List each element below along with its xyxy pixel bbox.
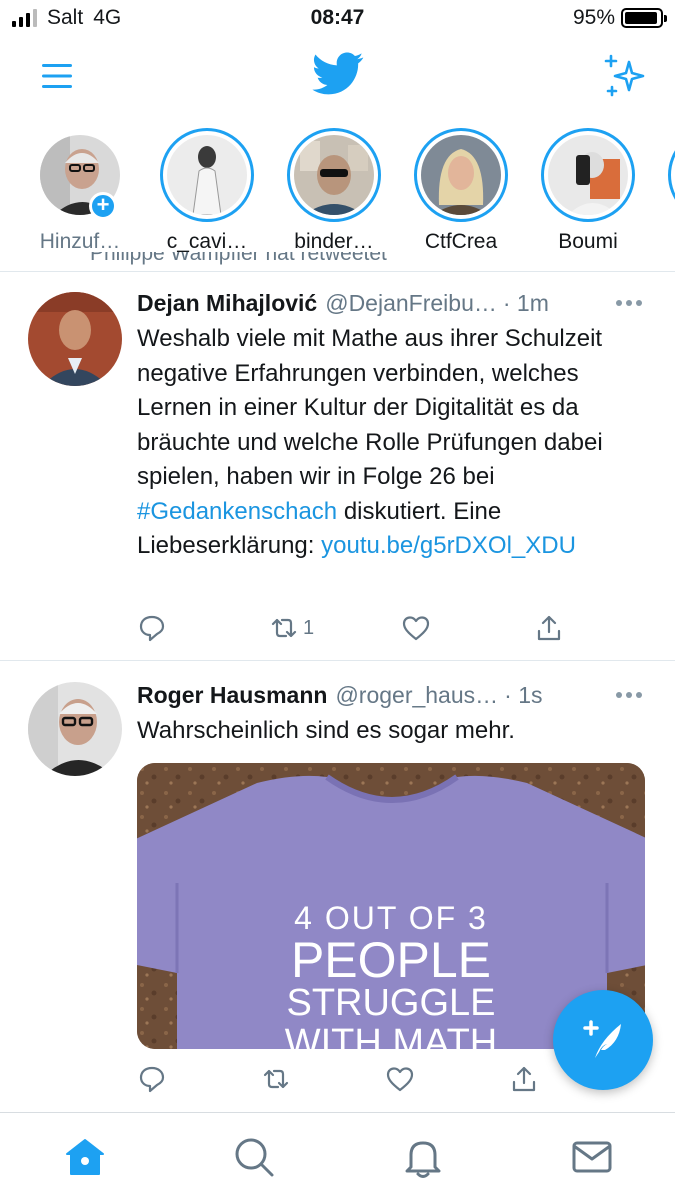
reply-button[interactable] bbox=[137, 613, 167, 643]
status-bar: Salt 4G 08:47 95% bbox=[0, 0, 675, 38]
shirt-text-line1: 4 OUT OF 3 bbox=[294, 900, 488, 936]
battery-level-fill bbox=[625, 12, 658, 24]
shirt-text-line2: PEOPLE bbox=[291, 932, 491, 988]
status-right: 95% bbox=[572, 6, 667, 30]
fleet-ring bbox=[160, 128, 254, 222]
twitter-bird-icon[interactable] bbox=[312, 52, 364, 96]
fleet-label: binder… bbox=[294, 230, 374, 253]
avatar[interactable] bbox=[28, 292, 122, 386]
fleet-ring bbox=[541, 128, 635, 222]
fleet-item[interactable]: Boumi bbox=[533, 128, 643, 254]
fleet-own[interactable]: + Hinzuf… bbox=[25, 128, 135, 254]
retweet-button[interactable] bbox=[261, 1064, 291, 1094]
author-name[interactable]: Dejan Mihajlović bbox=[137, 290, 317, 317]
messages-icon[interactable] bbox=[570, 1135, 614, 1179]
shirt-text-line4: WITH MATH bbox=[285, 1022, 497, 1049]
fleet-label: Hinzuf… bbox=[39, 230, 121, 253]
fleet-label: c_cavi… bbox=[166, 230, 248, 253]
author-name[interactable]: Roger Hausmann bbox=[137, 682, 327, 709]
search-icon[interactable] bbox=[232, 1135, 276, 1179]
fleet-ring: + bbox=[33, 128, 127, 222]
tweet-divider bbox=[0, 660, 675, 661]
author-handle[interactable]: @DejanFreibu… bbox=[325, 290, 497, 317]
fleet-item[interactable]: c_cavi… bbox=[152, 128, 262, 254]
heart-icon bbox=[402, 616, 430, 641]
tweet-actions bbox=[137, 1064, 577, 1094]
author-handle[interactable]: @roger_haus… bbox=[335, 682, 498, 709]
share-button[interactable] bbox=[534, 613, 564, 643]
retweet-button[interactable]: 1 bbox=[269, 613, 314, 643]
share-icon bbox=[537, 615, 561, 641]
tweet-time[interactable]: · 1m bbox=[503, 290, 549, 317]
fleet-ring bbox=[668, 128, 675, 222]
battery-icon bbox=[621, 8, 667, 28]
hamburger-menu-icon[interactable] bbox=[40, 62, 74, 90]
reply-icon bbox=[139, 1066, 165, 1093]
like-button[interactable] bbox=[401, 613, 431, 643]
fleet-item[interactable]: CtfCrea bbox=[406, 128, 516, 254]
shirt-text-line3: STRUGGLE bbox=[286, 982, 495, 1024]
retweet-icon bbox=[271, 618, 297, 638]
fleet-label: CtfCrea bbox=[424, 230, 498, 253]
reply-icon bbox=[139, 615, 165, 642]
home-icon[interactable] bbox=[63, 1135, 107, 1179]
avatar[interactable] bbox=[28, 682, 122, 776]
share-button[interactable] bbox=[509, 1064, 539, 1094]
reply-button[interactable] bbox=[137, 1064, 167, 1094]
hashtag-link[interactable]: #Gedankenschach bbox=[137, 498, 337, 525]
retweet-header: Philippe Wampfler hat retweetet bbox=[90, 252, 387, 272]
fleet-ring bbox=[414, 128, 508, 222]
compose-feather-icon bbox=[583, 1020, 621, 1058]
fleet-ring bbox=[287, 128, 381, 222]
battery-percent: 95% bbox=[572, 6, 615, 29]
sparkle-icon[interactable] bbox=[603, 54, 647, 98]
tweet-text-part: Weshalb viele mit Mathe aus ihrer Schulz… bbox=[137, 325, 603, 490]
tweet-header: Roger Hausmann @roger_haus… · 1s bbox=[137, 682, 655, 709]
share-icon bbox=[512, 1066, 536, 1092]
notifications-icon[interactable] bbox=[401, 1135, 445, 1179]
tweet-header: Dejan Mihajlović @DejanFreibu… · 1m bbox=[137, 290, 655, 317]
avatar bbox=[167, 135, 247, 215]
add-fleet-icon[interactable]: + bbox=[89, 192, 117, 220]
like-button[interactable] bbox=[385, 1064, 415, 1094]
fleet-item-partial[interactable] bbox=[660, 128, 675, 222]
avatar bbox=[421, 135, 501, 215]
avatar bbox=[548, 135, 628, 215]
tweet-text: Wahrscheinlich sind es sogar mehr. bbox=[137, 717, 515, 744]
retweet-count: 1 bbox=[303, 616, 315, 639]
fleet-label: Boumi bbox=[558, 230, 618, 253]
fleet-item[interactable]: binder… bbox=[279, 128, 389, 254]
more-options-icon[interactable] bbox=[615, 690, 643, 700]
heart-icon bbox=[386, 1067, 414, 1092]
compose-tweet-button[interactable] bbox=[553, 990, 653, 1090]
retweet-icon bbox=[263, 1069, 289, 1089]
avatar bbox=[294, 135, 374, 215]
more-options-icon[interactable] bbox=[615, 298, 643, 308]
url-link[interactable]: youtu.be/g5rDXOl_XDU bbox=[321, 532, 576, 559]
top-nav bbox=[0, 42, 675, 112]
fleets-row: + Hinzuf… c_cavi… binder… CtfCrea Boumi bbox=[0, 128, 675, 270]
retweet-header-text: Philippe Wampfler hat retweetet bbox=[90, 252, 387, 265]
tweet-text: Weshalb viele mit Mathe aus ihrer Schulz… bbox=[137, 322, 651, 564]
tweet-actions: 1 bbox=[137, 613, 577, 643]
bottom-tab-bar bbox=[0, 1112, 675, 1200]
tweet-time[interactable]: · 1s bbox=[504, 682, 542, 709]
